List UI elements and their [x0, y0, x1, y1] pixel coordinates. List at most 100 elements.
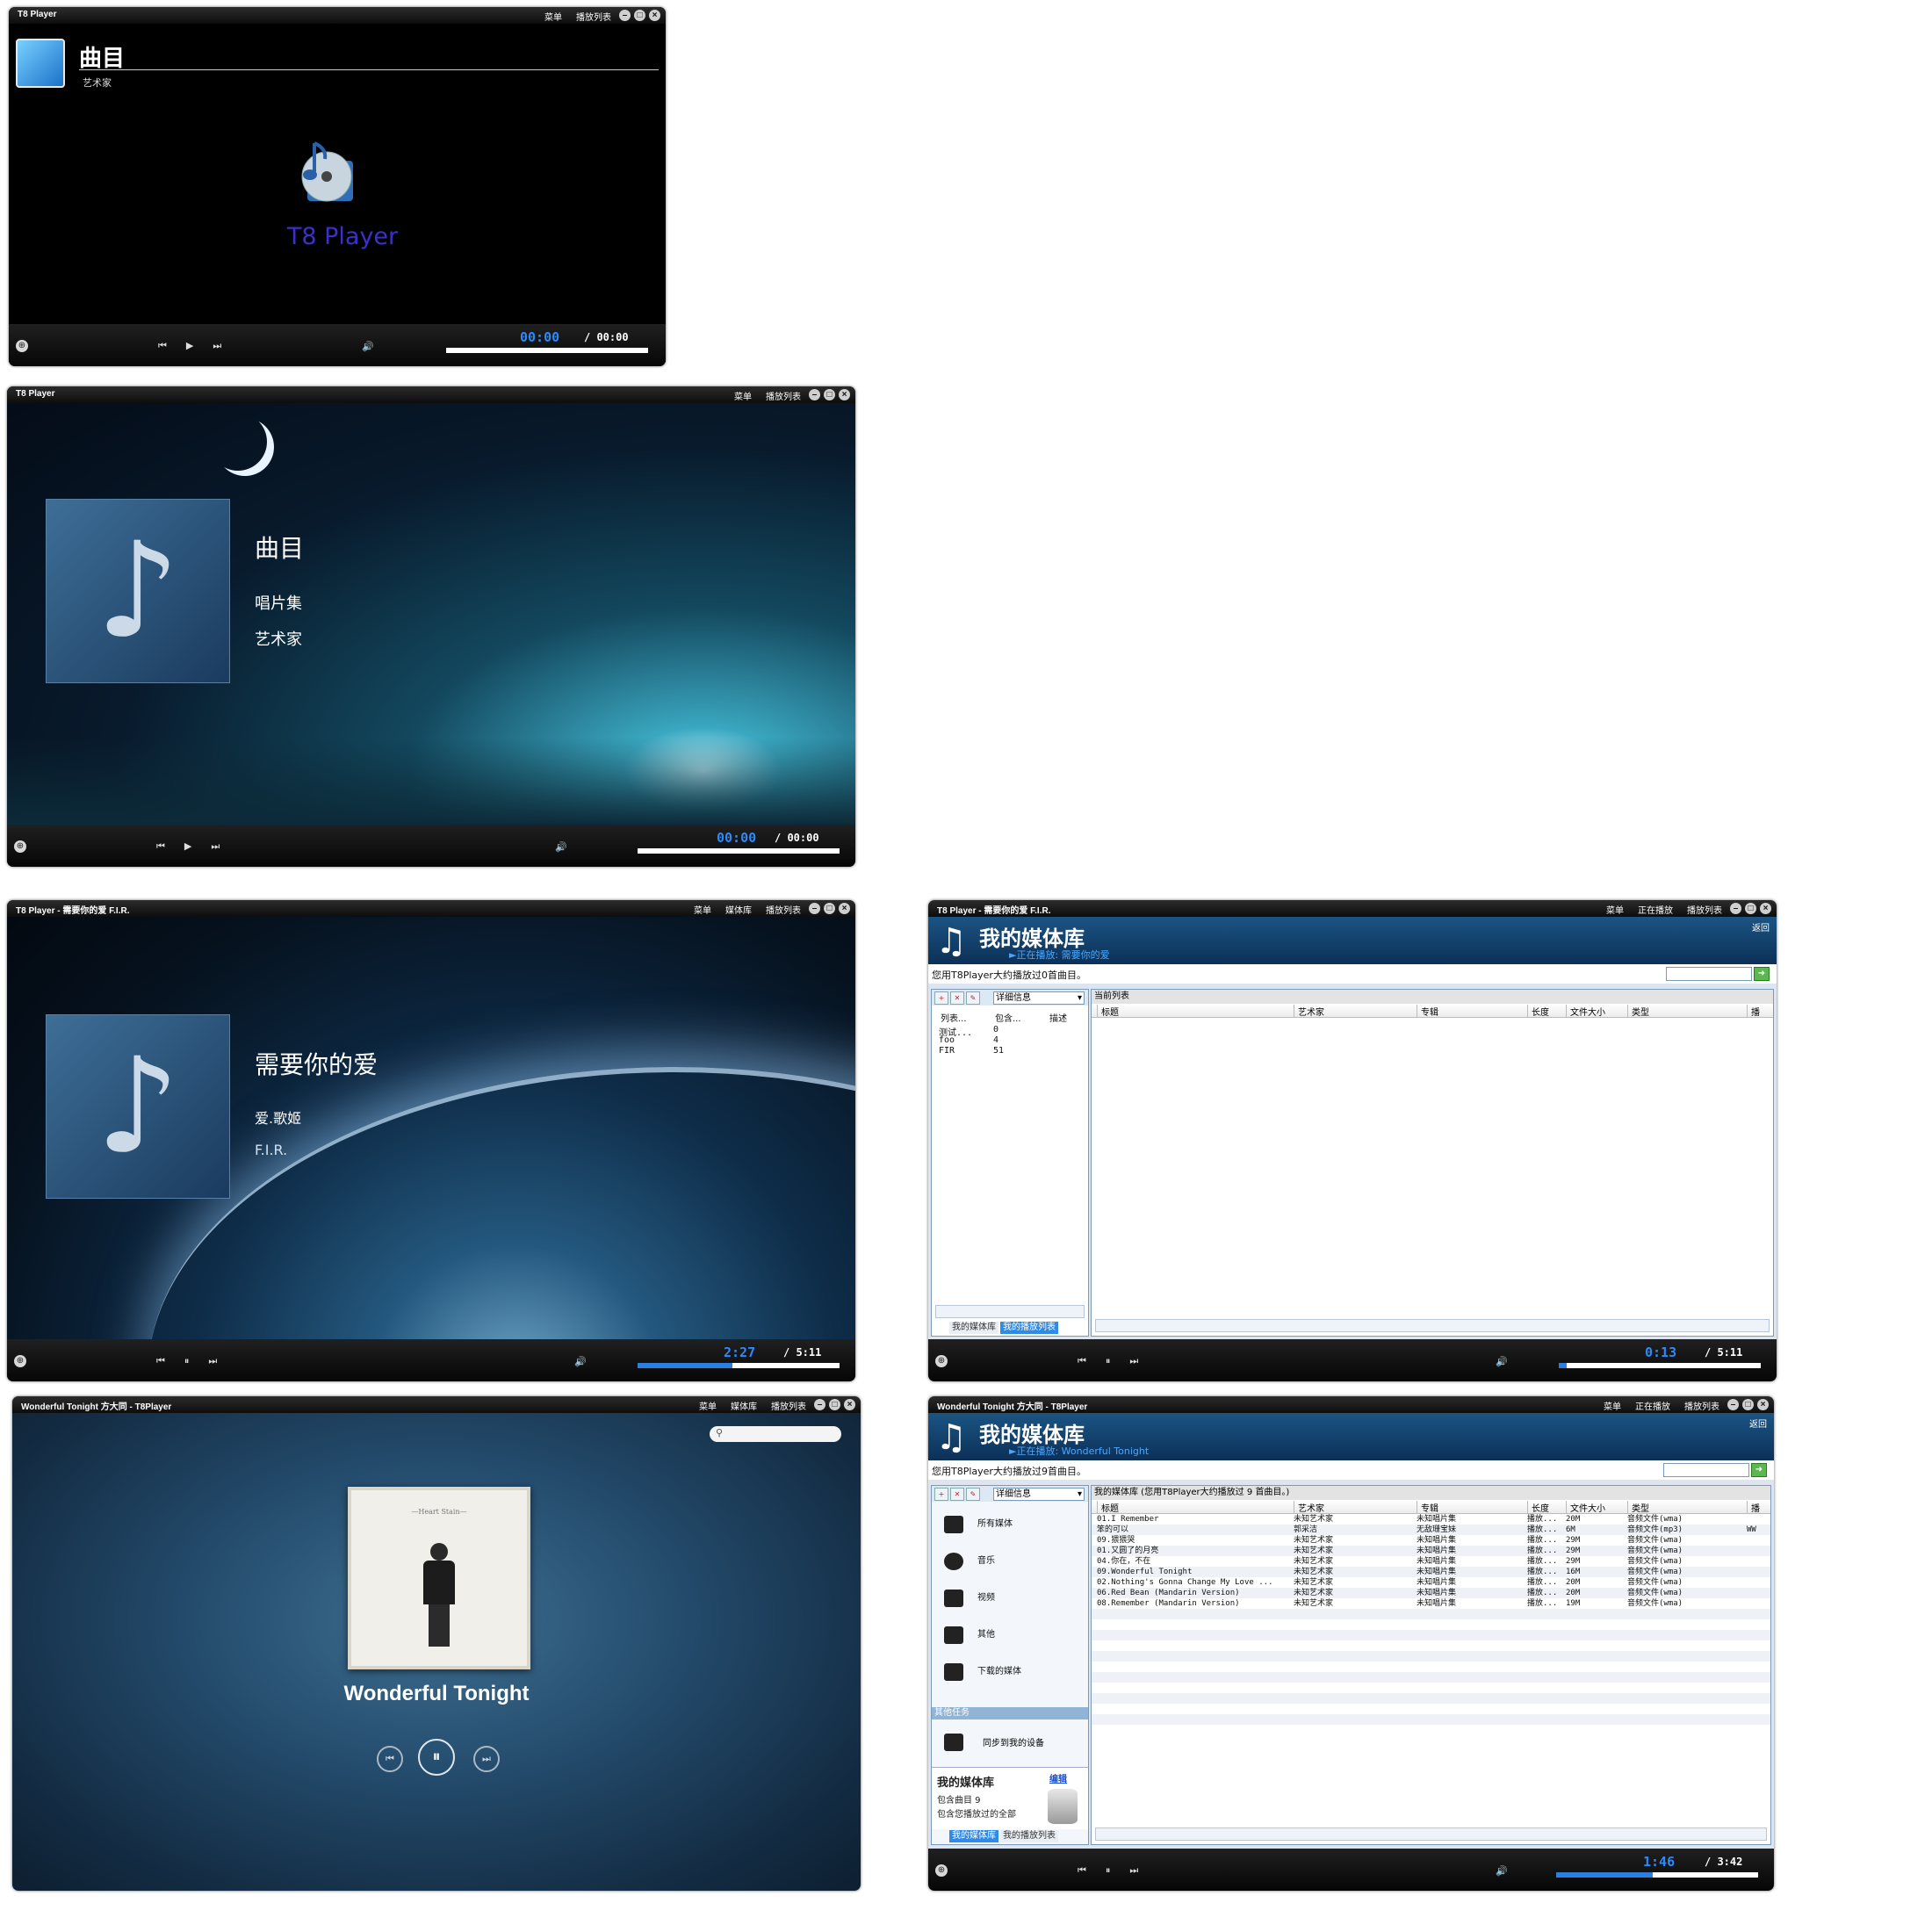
globe-icon[interactable]: ⊕ — [14, 840, 26, 853]
menu-button[interactable]: 菜单 — [1604, 1399, 1621, 1412]
view-select[interactable]: 详细信息 ▾ — [993, 1488, 1085, 1501]
col-size[interactable]: 文件大小 — [1566, 1501, 1605, 1514]
col-type[interactable]: 类型 — [1627, 1501, 1649, 1514]
tab-my-library[interactable]: 我的媒体库 — [949, 1830, 998, 1842]
sidebar-item-music[interactable]: 音乐 — [932, 1542, 1088, 1579]
previous-icon[interactable]: ⏮ — [1078, 1355, 1086, 1367]
table-row[interactable]: 09.Wonderful Tonight 未知艺术家 未知唱片集 播放... 16M 音频… — [1092, 1567, 1770, 1577]
table-row[interactable]: 02.Nothing's Gonna Change My Love ... 未知艺… — [1092, 1577, 1770, 1588]
title-bar[interactable]: T8 Player 菜单 播放列表 – □ × — [7, 386, 855, 403]
edit-playlist-icon[interactable]: ✎ — [966, 991, 980, 1005]
previous-icon[interactable]: ⏮ — [158, 340, 167, 352]
progress-bar[interactable] — [446, 348, 648, 353]
back-button[interactable]: 返回 — [1752, 920, 1770, 934]
table-row[interactable] — [1092, 1672, 1770, 1683]
sync-device-item[interactable]: 同步到我的设备 — [932, 1721, 1088, 1760]
table-row[interactable]: 01.I Remember 未知艺术家 未知唱片集 播放... 20M 音频文件(wma) — [1092, 1514, 1770, 1525]
col-play[interactable]: 播 — [1747, 1005, 1760, 1018]
col-album[interactable]: 专辑 — [1417, 1005, 1438, 1018]
library-menu-button[interactable]: 媒体库 — [731, 1399, 757, 1412]
next-icon[interactable]: ⏭ — [211, 840, 220, 853]
next-icon[interactable]: ⏭ — [1129, 1355, 1138, 1367]
pause-icon[interactable]: ⏸ — [184, 1355, 190, 1367]
minimize-icon[interactable]: – — [1730, 903, 1741, 914]
progress-bar[interactable] — [1556, 1872, 1758, 1878]
table-row[interactable] — [1092, 1714, 1770, 1725]
horizontal-scrollbar[interactable] — [1095, 1319, 1770, 1332]
volume-icon[interactable]: 🔊 — [555, 841, 567, 853]
close-icon[interactable]: × — [839, 903, 850, 914]
table-row[interactable] — [1092, 1704, 1770, 1714]
sidebar-item-video[interactable]: 视频 — [932, 1579, 1088, 1616]
sidebar-item-downloads[interactable]: 下载的媒体 — [932, 1653, 1088, 1690]
add-icon[interactable]: + — [934, 1488, 948, 1501]
table-row[interactable]: 01.又圆了的月亮 未知艺术家 未知唱片集 播放... 29M 音频文件(wma) — [1092, 1546, 1770, 1556]
table-row[interactable]: 笨的可以 郭采洁 无敌珊宝妹 播放... 6M 音频文件(mp3) WW — [1092, 1525, 1770, 1535]
globe-icon[interactable]: ⊕ — [935, 1355, 948, 1367]
search-input[interactable]: ⚲ — [710, 1426, 841, 1442]
table-row[interactable]: 04.你在，不在 未知艺术家 未知唱片集 播放... 29M 音频文件(wma) — [1092, 1556, 1770, 1567]
close-icon[interactable]: × — [649, 10, 660, 21]
close-icon[interactable]: × — [839, 389, 850, 400]
volume-icon[interactable]: 🔊 — [1496, 1865, 1508, 1877]
playlist-menu-button[interactable]: 播放列表 — [766, 903, 801, 916]
previous-icon[interactable]: ⏮ — [156, 840, 165, 853]
now-playing-menu-button[interactable]: 正在播放 — [1638, 903, 1673, 916]
playlist-menu-button[interactable]: 播放列表 — [1687, 903, 1722, 916]
search-input[interactable] — [1666, 967, 1752, 981]
menu-button[interactable]: 菜单 — [699, 1399, 717, 1412]
previous-icon[interactable]: ⏮ — [377, 1746, 403, 1772]
volume-icon[interactable]: 🔊 — [362, 341, 374, 352]
col-description[interactable]: 描述 — [1049, 1011, 1067, 1024]
table-row[interactable] — [1092, 1662, 1770, 1672]
maximize-icon[interactable]: □ — [824, 903, 835, 914]
library-menu-button[interactable]: 媒体库 — [725, 903, 752, 916]
col-artist[interactable]: 艺术家 — [1294, 1501, 1324, 1514]
maximize-icon[interactable]: □ — [829, 1399, 840, 1410]
play-icon[interactable]: ▶ — [186, 340, 193, 352]
col-length[interactable]: 长度 — [1527, 1501, 1549, 1514]
pause-icon[interactable]: ⏸ — [1106, 1355, 1111, 1367]
progress-bar[interactable] — [1559, 1363, 1761, 1368]
volume-icon[interactable]: 🔊 — [1496, 1356, 1508, 1367]
next-icon[interactable]: ⏭ — [473, 1746, 500, 1772]
globe-icon[interactable]: ⊕ — [935, 1864, 948, 1877]
previous-icon[interactable]: ⏮ — [156, 1355, 165, 1367]
next-icon[interactable]: ⏭ — [208, 1355, 217, 1367]
sidebar-item-other[interactable]: 其他 — [932, 1616, 1088, 1653]
col-length[interactable]: 长度 — [1527, 1005, 1549, 1018]
edit-icon[interactable]: ✎ — [966, 1488, 980, 1501]
col-type[interactable]: 类型 — [1627, 1005, 1649, 1018]
table-row[interactable]: 08.Remember (Mandarin Version) 未知艺术家 未知唱片集… — [1092, 1598, 1770, 1609]
col-play[interactable]: 播 — [1747, 1501, 1760, 1514]
list-item[interactable]: 测试... 0 — [939, 1025, 998, 1038]
horizontal-scrollbar[interactable] — [935, 1305, 1085, 1318]
tab-my-playlists[interactable]: 我的播放列表 — [1000, 1322, 1058, 1334]
pause-icon[interactable]: ⏸ — [418, 1739, 455, 1776]
title-bar[interactable]: T8 Player 菜单 播放列表 – □ × — [9, 7, 666, 24]
table-row[interactable] — [1092, 1640, 1770, 1651]
playlist-menu-button[interactable]: 播放列表 — [766, 389, 801, 402]
title-bar[interactable]: Wonderful Tonight 方大同 - T8Player 菜单 媒体库 … — [12, 1396, 861, 1413]
col-size[interactable]: 文件大小 — [1566, 1005, 1605, 1018]
close-icon[interactable]: × — [1760, 903, 1771, 914]
title-bar[interactable]: Wonderful Tonight 方大同 - T8Player 菜单 正在播放… — [928, 1396, 1774, 1413]
sidebar-item-all-media[interactable]: 所有媒体 — [932, 1505, 1088, 1542]
next-icon[interactable]: ⏭ — [1129, 1864, 1138, 1877]
tab-my-library[interactable]: 我的媒体库 — [949, 1322, 998, 1334]
list-item[interactable]: foo 4 — [939, 1035, 998, 1046]
horizontal-scrollbar[interactable] — [1095, 1827, 1767, 1841]
now-playing-link[interactable]: ►正在播放: Wonderful Tonight — [1009, 1444, 1149, 1458]
minimize-icon[interactable]: – — [809, 903, 820, 914]
now-playing-menu-button[interactable]: 正在播放 — [1635, 1399, 1670, 1412]
list-item[interactable]: FIR 51 — [939, 1046, 1004, 1056]
menu-button[interactable]: 菜单 — [694, 903, 711, 916]
back-button[interactable]: 返回 — [1749, 1417, 1767, 1430]
title-bar[interactable]: T8 Player - 需要你的爱 F.I.R. 菜单 正在播放 播放列表 – … — [928, 900, 1777, 917]
table-row[interactable] — [1092, 1609, 1770, 1619]
col-list[interactable]: 列表... — [941, 1011, 967, 1024]
search-input[interactable] — [1663, 1463, 1749, 1477]
pause-icon[interactable]: ⏸ — [1106, 1864, 1111, 1877]
playlist-menu-button[interactable]: 播放列表 — [1684, 1399, 1719, 1412]
progress-bar[interactable] — [638, 1363, 840, 1368]
